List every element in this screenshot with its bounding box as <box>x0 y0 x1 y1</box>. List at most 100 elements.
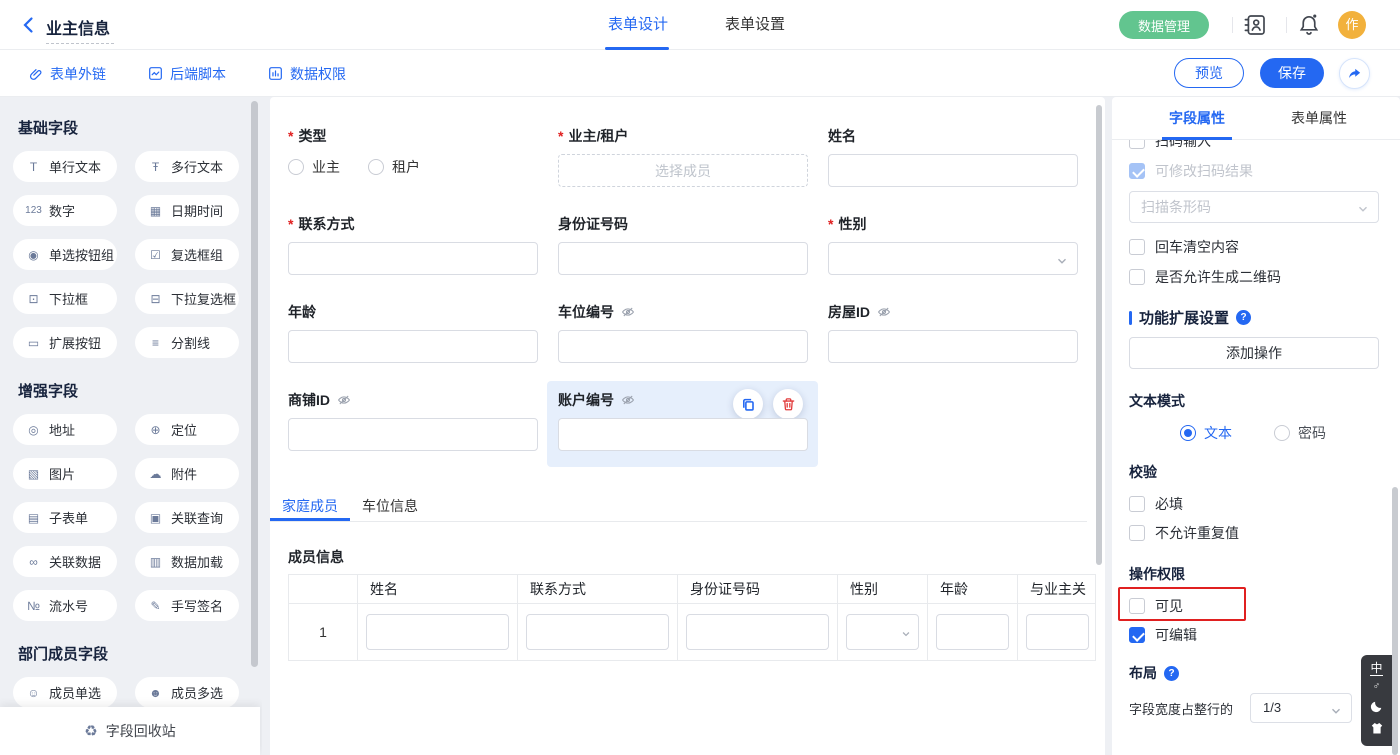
cell-id-number-input[interactable] <box>686 614 829 650</box>
field-item-checkbox-group[interactable]: ☑复选框组 <box>135 239 239 270</box>
table-header-row: 姓名 联系方式 身份证号码 性别 年龄 与业主关 <box>289 575 1095 604</box>
option-label: 必填 <box>1155 494 1183 514</box>
radio-option-password[interactable]: 密码 <box>1274 423 1326 443</box>
help-question-icon[interactable] <box>1164 666 1179 681</box>
link-label: 后端脚本 <box>170 64 226 84</box>
address-book-icon[interactable] <box>1243 13 1267 37</box>
data-permission-link[interactable]: 数据权限 <box>268 64 346 84</box>
clear-on-enter-option[interactable]: 回车清空内容 <box>1129 237 1239 257</box>
notification-bell-icon[interactable] <box>1297 13 1321 37</box>
age-input[interactable] <box>288 330 538 363</box>
avatar[interactable]: 作 <box>1338 11 1366 39</box>
language-toggle-icon[interactable]: 中 <box>1370 662 1382 676</box>
field-item-serial-number[interactable]: №流水号 <box>13 590 117 621</box>
allow-qrcode-option[interactable]: 是否允许生成二维码 <box>1129 267 1281 287</box>
field-item-number[interactable]: 123数字 <box>13 195 117 226</box>
script-icon <box>148 66 163 81</box>
field-item-label: 单行文本 <box>49 157 101 176</box>
table-header: 年龄 <box>927 575 1017 603</box>
scan-mode-select[interactable]: 扫描条形码 <box>1129 191 1379 223</box>
field-item-subform[interactable]: ▤子表单 <box>13 502 117 533</box>
contact-input[interactable] <box>288 242 538 275</box>
select-value: 扫描条形码 <box>1141 199 1211 215</box>
parking-no-input[interactable] <box>558 330 808 363</box>
table-cell <box>1017 604 1097 660</box>
back-button[interactable] <box>18 14 40 36</box>
tab-form-design[interactable]: 表单设计 <box>608 0 668 50</box>
field-item-location[interactable]: ⊕定位 <box>135 414 239 445</box>
account-no-input[interactable] <box>558 418 808 451</box>
field-item-data-load[interactable]: ▥数据加载 <box>135 546 239 577</box>
field-width-select[interactable]: 1/3 <box>1250 693 1352 723</box>
cell-contact-input[interactable] <box>526 614 669 650</box>
field-item-image[interactable]: ▧图片 <box>13 458 117 489</box>
field-account-no-selected[interactable]: 账户编号 <box>558 391 808 451</box>
field-item-linked-data[interactable]: ∞关联数据 <box>13 546 117 577</box>
field-item-linked-query[interactable]: ▣关联查询 <box>135 502 239 533</box>
save-button[interactable]: 保存 <box>1260 58 1324 88</box>
field-item-label: 单选按钮组 <box>49 245 114 264</box>
radio-option-text[interactable]: 文本 <box>1180 423 1232 443</box>
field-item-label: 定位 <box>171 420 197 439</box>
cell-gender-select[interactable] <box>846 614 919 650</box>
tab-field-properties[interactable]: 字段属性 <box>1162 97 1232 140</box>
share-button[interactable] <box>1339 58 1370 89</box>
tab-form-properties[interactable]: 表单属性 <box>1284 97 1354 140</box>
properties-panel: 字段属性 表单属性 扫码输入 可修改扫码结果 扫描条形码 回车清空内容 是否允许… <box>1112 97 1400 755</box>
modify-scan-option[interactable]: 可修改扫码结果 <box>1129 161 1253 181</box>
shop-id-input[interactable] <box>288 418 538 451</box>
cell-name-input[interactable] <box>366 614 509 650</box>
cell-age-input[interactable] <box>936 614 1009 650</box>
cell-relation-input[interactable] <box>1026 614 1089 650</box>
option-label: 可见 <box>1155 596 1183 616</box>
option-label: 不允许重复值 <box>1155 523 1239 543</box>
field-item-attachment[interactable]: ☁附件 <box>135 458 239 489</box>
field-item-datetime[interactable]: ▦日期时间 <box>135 195 239 226</box>
tab-form-settings[interactable]: 表单设置 <box>725 0 785 50</box>
house-id-input[interactable] <box>828 330 1078 363</box>
sidebar-scrollbar[interactable] <box>251 101 258 667</box>
editable-option[interactable]: 可编辑 <box>1129 625 1197 645</box>
field-item-dropdown-multi[interactable]: ⊟下拉复选框 <box>135 283 239 314</box>
eye-off-icon <box>621 393 635 407</box>
field-item-radio-group[interactable]: ◉单选按钮组 <box>13 239 117 270</box>
tab-parking-info[interactable]: 车位信息 <box>350 492 430 521</box>
theme-shirt-icon[interactable] <box>1370 722 1384 739</box>
field-item-dropdown[interactable]: ⊡下拉框 <box>13 283 117 314</box>
name-input[interactable] <box>828 154 1078 187</box>
tab-family-members[interactable]: 家庭成员 <box>270 492 350 521</box>
canvas-scrollbar[interactable] <box>1096 105 1102 565</box>
panel-scrollbar[interactable] <box>1392 487 1398 755</box>
field-recycle-bin[interactable]: ♻ 字段回收站 <box>0 707 260 755</box>
add-action-button[interactable]: 添加操作 <box>1129 337 1379 369</box>
field-item-extend-button[interactable]: ▭扩展按钮 <box>13 327 117 358</box>
table-header: 联系方式 <box>517 575 677 603</box>
member-picker[interactable]: 选择成员 <box>558 154 808 187</box>
data-manage-button[interactable]: 数据管理 <box>1119 11 1209 39</box>
field-item-single-line-text[interactable]: T单行文本 <box>13 151 117 182</box>
backend-script-link[interactable]: 后端脚本 <box>148 64 226 84</box>
field-item-multi-line-text[interactable]: Ŧ多行文本 <box>135 151 239 182</box>
text-mode-radio-group: 文本 密码 <box>1180 423 1326 443</box>
radio-option-owner[interactable]: 业主 <box>288 157 340 177</box>
preview-button[interactable]: 预览 <box>1174 58 1244 88</box>
scan-input-option[interactable]: 扫码输入 <box>1129 140 1329 151</box>
field-contact: *联系方式 <box>288 215 538 275</box>
field-label: 账户编号 <box>558 391 808 409</box>
field-item-address[interactable]: ◎地址 <box>13 414 117 445</box>
no-duplicate-option[interactable]: 不允许重复值 <box>1129 523 1239 543</box>
id-number-input[interactable] <box>558 242 808 275</box>
dark-mode-moon-icon[interactable] <box>1370 699 1384 716</box>
field-item-divider-line[interactable]: ≡分割线 <box>135 327 239 358</box>
field-item-member-multi[interactable]: ☻成员多选 <box>135 677 239 708</box>
required-option[interactable]: 必填 <box>1129 494 1183 514</box>
radio-option-tenant[interactable]: 租户 <box>368 157 420 177</box>
help-question-icon[interactable] <box>1236 310 1251 325</box>
field-item-member-single[interactable]: ☺成员单选 <box>13 677 117 708</box>
field-item-signature[interactable]: ✎手写签名 <box>135 590 239 621</box>
form-external-link[interactable]: 表单外链 <box>28 64 106 84</box>
gender-symbol-icon[interactable]: ♂ <box>1373 682 1381 692</box>
address-pin-icon: ◎ <box>25 423 42 437</box>
visible-option[interactable]: 可见 <box>1129 596 1183 616</box>
gender-select[interactable] <box>828 242 1078 275</box>
